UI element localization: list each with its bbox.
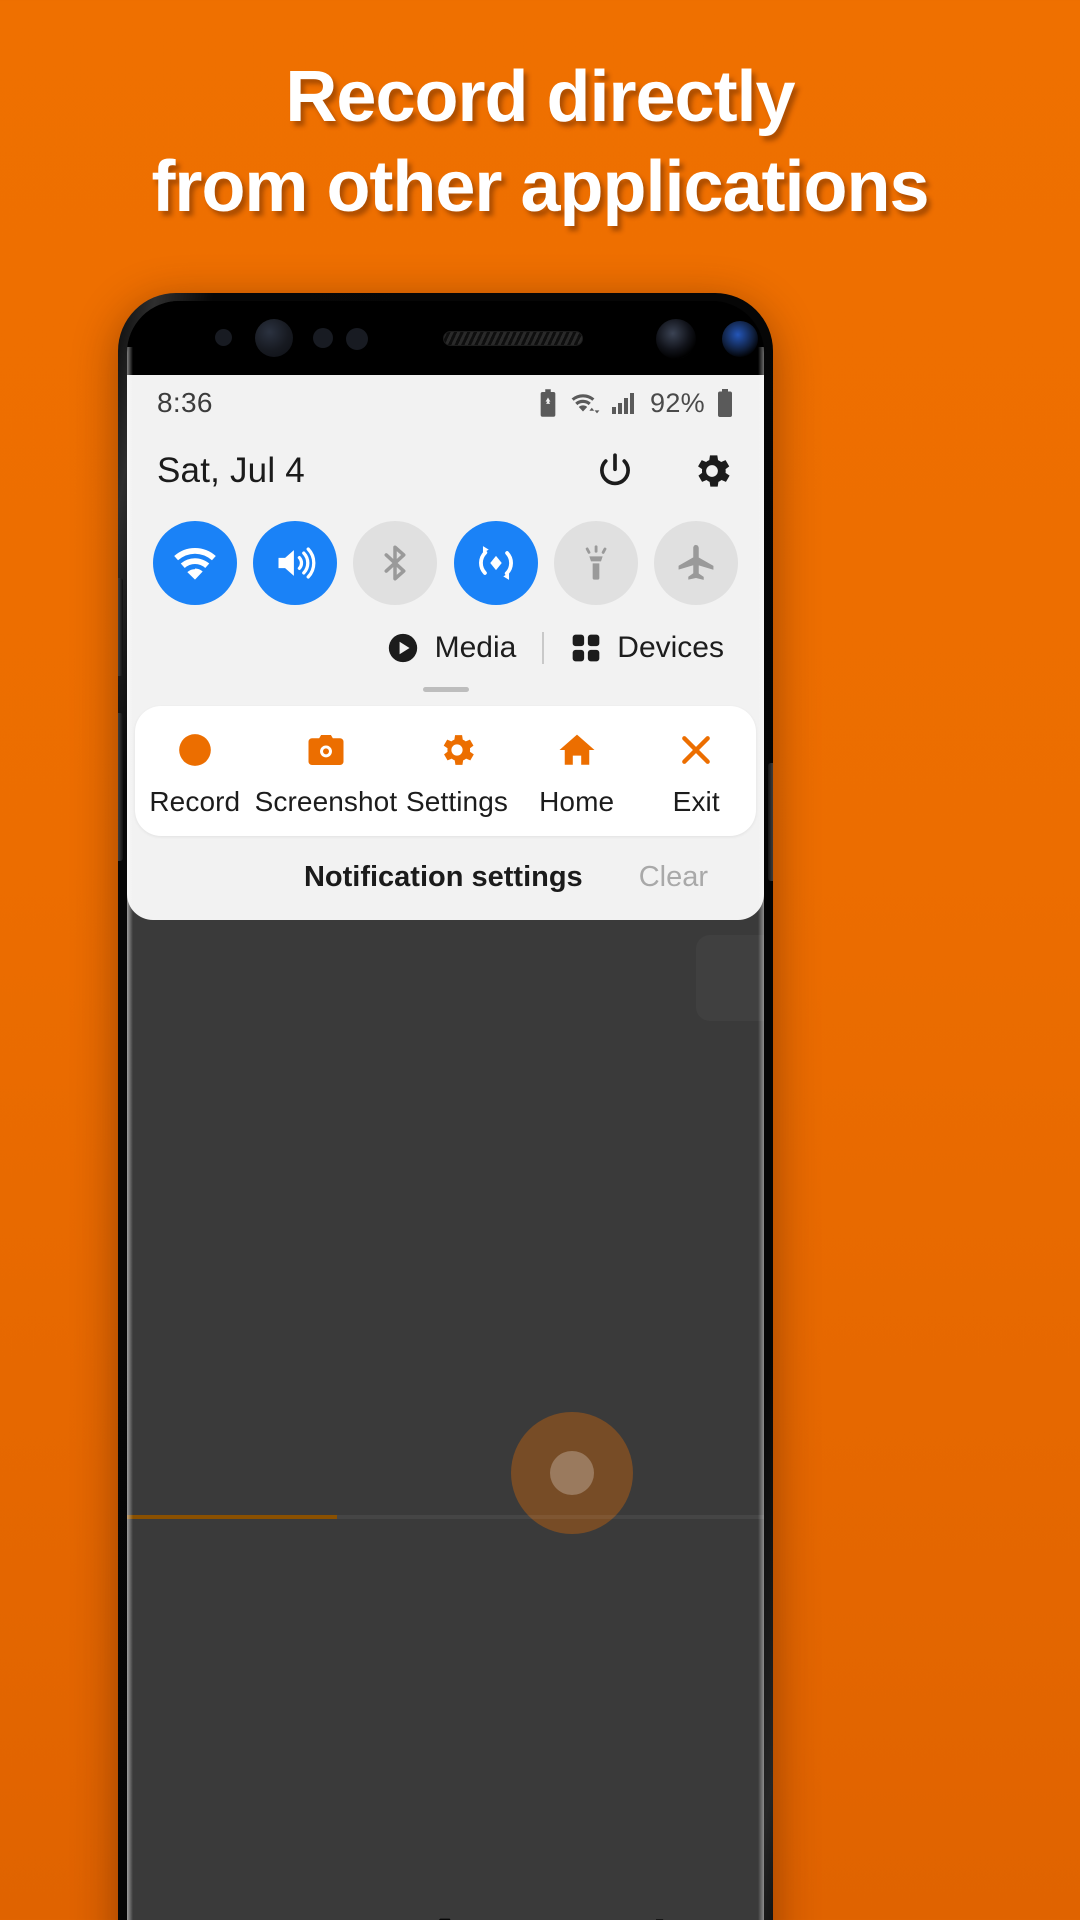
headline-line-2: from other applications [151, 147, 929, 227]
signal-bars-icon [612, 393, 635, 414]
action-exit-label: Exit [672, 786, 720, 817]
notification-shade: 8:36 92% Sat, Jul 4 Media Devices Record… [127, 375, 764, 920]
iris-camera-icon [722, 321, 758, 357]
record-dot-icon [175, 728, 215, 772]
action-settings-label: Settings [406, 786, 509, 817]
media-label: Media [434, 631, 517, 664]
devices-label: Devices [617, 631, 724, 664]
action-home-label: Home [539, 786, 615, 817]
media-devices-row: Media Devices [127, 605, 764, 665]
gear-icon [436, 728, 478, 772]
action-settings[interactable]: Settings [397, 728, 517, 818]
media-button[interactable]: Media [386, 631, 517, 665]
home-icon [556, 728, 598, 772]
wifi-icon [174, 547, 216, 580]
battery-icon [718, 389, 732, 417]
headline-line-1: Record directly [285, 57, 795, 137]
toggle-wifi[interactable] [153, 521, 237, 605]
camera-icon [439, 1918, 451, 1920]
action-record-label: Record [149, 786, 241, 817]
phone-mockup: 3 8:36 [118, 293, 773, 1920]
volume-icon [278, 547, 316, 579]
bottom-nav-videos[interactable] [127, 1875, 339, 1920]
clear-button[interactable]: Clear [639, 861, 708, 894]
action-exit[interactable]: Exit [636, 728, 756, 818]
page-headline: Record directly from other applications [0, 52, 1080, 232]
sensor-dot-icon [346, 328, 368, 350]
quick-panel-actions [594, 449, 734, 493]
battery-percent-label: 92% [650, 387, 705, 418]
progress-bar [127, 1515, 764, 1519]
media-devices-divider [542, 632, 545, 664]
toggle-bluetooth[interactable] [353, 521, 438, 605]
play-circle-icon [388, 633, 417, 663]
notification-actions: Record Screenshot Settings Home Exit [135, 728, 756, 818]
status-icons: 92% [537, 388, 734, 419]
action-screenshot[interactable]: Screenshot [255, 728, 398, 818]
shade-drag-handle[interactable] [422, 687, 469, 692]
toggle-flashlight[interactable] [553, 521, 638, 605]
bluetooth-icon [384, 545, 406, 581]
date-label: Sat, Jul 4 [157, 451, 305, 490]
camera-icon [305, 728, 347, 772]
notification-card: Record Screenshot Settings Home Exit [135, 706, 756, 836]
action-record[interactable]: Record [135, 728, 255, 818]
quick-toggles-row [127, 511, 764, 605]
bottom-nav-settings[interactable] [552, 1875, 764, 1920]
phone-button-power [768, 763, 773, 881]
phone-screen: 3 8:36 [127, 301, 764, 1920]
gear-icon [655, 1919, 664, 1920]
toggle-airplane-mode[interactable] [653, 521, 738, 605]
status-bar: 8:36 92% [127, 375, 764, 431]
earpiece-speaker-icon [443, 331, 583, 346]
toggle-sound[interactable] [253, 521, 338, 605]
airplane-icon [678, 544, 714, 580]
shade-footer: Notification settings Clear [127, 836, 764, 918]
app-bottom-nav: 3 [127, 1875, 764, 1920]
battery-saver-icon [540, 389, 556, 417]
power-icon[interactable] [594, 450, 636, 492]
front-camera-icon [656, 319, 696, 359]
phone-sensor-bar [127, 301, 764, 375]
sensor-dot-icon [215, 329, 232, 346]
phone-button-volume [118, 713, 123, 861]
video-camera-icon [211, 1912, 255, 1920]
flashlight-icon [585, 545, 607, 580]
phone-button-bixby [118, 578, 123, 676]
auto-rotate-icon [478, 546, 513, 580]
gear-icon[interactable] [690, 449, 734, 493]
quick-panel-header: Sat, Jul 4 [127, 431, 764, 511]
action-screenshot-label: Screenshot [254, 786, 398, 817]
toggle-auto-rotate[interactable] [453, 521, 538, 605]
wifi-icon [571, 394, 600, 414]
sensor-dot-icon [313, 328, 333, 348]
notification-settings-button[interactable]: Notification settings [304, 861, 583, 894]
close-icon [676, 728, 716, 772]
action-home[interactable]: Home [517, 728, 637, 818]
bottom-nav-images[interactable]: 3 [339, 1875, 551, 1920]
status-time: 8:36 [157, 387, 213, 418]
ghost-camera-icon [696, 935, 764, 1021]
devices-grid-icon [572, 634, 600, 662]
iris-scanner-icon [255, 319, 293, 357]
devices-button[interactable]: Devices [570, 631, 724, 665]
